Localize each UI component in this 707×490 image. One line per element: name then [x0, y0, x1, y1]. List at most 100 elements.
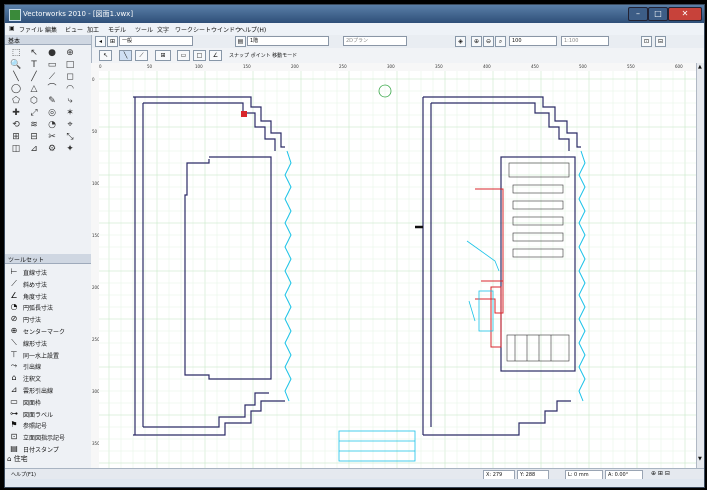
toolset-footer[interactable]: ⌂ 住宅 [7, 454, 89, 466]
basic-tool-6[interactable]: ▭ [45, 59, 59, 71]
basic-tool-4[interactable]: 🔍 [9, 59, 23, 71]
toolset-item[interactable]: ⊢ 直線寸法 [7, 266, 89, 278]
basic-tool-16[interactable]: ⬠ [9, 95, 23, 107]
back-arrow-icon[interactable]: ◂ [95, 36, 106, 47]
layer-icon[interactable]: ▤ [235, 36, 246, 47]
mode-angle-icon[interactable]: ∠ [209, 50, 222, 61]
scroll-up-icon[interactable]: ▲ [698, 65, 703, 70]
basic-tool-33[interactable]: ⊿ [27, 143, 41, 155]
toolset-item[interactable]: ◔ 円弧長寸法 [7, 301, 89, 313]
zoom-icon[interactable]: ⌕ [495, 36, 506, 47]
menu-window[interactable]: ウインドウ [211, 25, 241, 34]
basic-tool-27[interactable]: ⌖ [63, 119, 77, 131]
basic-tool-17[interactable]: ⬡ [27, 95, 41, 107]
maximize-button[interactable]: □ [648, 7, 668, 21]
basic-tool-7[interactable]: □ [63, 59, 77, 71]
basic-tool-15[interactable]: ◠ [63, 83, 77, 95]
mode-line-icon[interactable]: ╲ [119, 50, 132, 61]
mode-diagonal-icon[interactable]: ⟋ [135, 50, 148, 61]
scroll-down-icon[interactable]: ▼ [698, 457, 703, 462]
menu-modify[interactable]: 加工 [87, 25, 99, 34]
toolset-item[interactable]: ⊕ センターマーク [7, 325, 89, 337]
toolset-item-label: 斜め寸法 [23, 281, 48, 289]
basic-tool-31[interactable]: ⤡ [63, 131, 77, 143]
basic-tool-1[interactable]: ↖ [27, 47, 41, 59]
drawing-canvas[interactable] [99, 71, 696, 468]
basic-tool-25[interactable]: ≋ [27, 119, 41, 131]
class-dropdown[interactable]: 一般 [119, 36, 193, 46]
basic-tool-14[interactable]: ⌒ [45, 83, 59, 95]
mode-square-icon[interactable]: □ [193, 50, 206, 61]
toolset-item[interactable]: ⊤ 同一水上設置 [7, 349, 89, 361]
basic-tool-0[interactable]: ⬚ [9, 47, 23, 59]
basic-tool-20[interactable]: ✚ [9, 107, 23, 119]
toolset-item[interactable]: ▭ 図面枠 [7, 396, 89, 408]
toolset-item[interactable]: ∠ 角度寸法 [7, 290, 89, 302]
basic-tool-29[interactable]: ⊟ [27, 131, 41, 143]
close-button[interactable]: ✕ [668, 7, 702, 21]
basic-tool-28[interactable]: ⊞ [9, 131, 23, 143]
menu-worksheet[interactable]: ワークシート [175, 25, 211, 34]
basic-tool-13[interactable]: △ [27, 83, 41, 95]
basic-tool-22[interactable]: ◎ [45, 107, 59, 119]
zoom-out-icon[interactable]: ⊖ [483, 36, 494, 47]
right-cyan-details [338, 240, 500, 462]
basic-tool-24[interactable]: ⟲ [9, 119, 23, 131]
class-icon[interactable]: ⊞ [107, 36, 118, 47]
view-dropdown[interactable]: 2Dプラン [343, 36, 407, 46]
basic-tool-35[interactable]: ✦ [63, 143, 77, 155]
basic-tool-23[interactable]: ✶ [63, 107, 77, 119]
basic-tool-18[interactable]: ✎ [45, 95, 59, 107]
basic-tool-30[interactable]: ✂ [45, 131, 59, 143]
menu-file[interactable]: ファイル [19, 25, 43, 34]
basic-tool-19[interactable]: ⤷ [63, 95, 77, 107]
basic-tool-2[interactable]: ● [45, 47, 59, 59]
menu-model[interactable]: モデル [108, 25, 126, 34]
toolset-item-label: 立面図指示記号 [23, 435, 66, 443]
minimize-button[interactable]: – [628, 7, 648, 21]
menu-edit[interactable]: 編集 [45, 25, 57, 34]
toolset-item-label: 参照記号 [23, 423, 48, 431]
basic-tool-9[interactable]: ╱ [27, 71, 41, 83]
basic-tool-26[interactable]: ◔ [45, 119, 59, 131]
toolset-item[interactable]: ⌂ 注釈文 [7, 372, 89, 384]
basic-tool-10[interactable]: ⟋ [45, 71, 59, 83]
basic-tool-8[interactable]: ╲ [9, 71, 23, 83]
toolset-item[interactable]: ⊡ 立面図指示記号 [7, 431, 89, 443]
toolset-item[interactable]: ⤳ 引出線 [7, 360, 89, 372]
menu-view[interactable]: ビュー [65, 25, 83, 34]
basic-tool-21[interactable]: ⤢ [27, 107, 41, 119]
menu-help[interactable]: ヘルプ(H) [239, 25, 266, 34]
mode-snap-icon[interactable]: ⊞ [155, 50, 171, 61]
grid-settings-icon[interactable]: ⊟ [655, 36, 666, 47]
status-icons[interactable]: ⊕ ⊞ ⊟ [651, 470, 670, 477]
scale-field[interactable]: 1:100 [561, 36, 609, 46]
zoom-field[interactable]: 100 [509, 36, 557, 46]
basic-tool-11[interactable]: ◻ [63, 71, 77, 83]
mode-rect-icon[interactable]: ▭ [177, 50, 190, 61]
basic-tool-3[interactable]: ⊕ [63, 47, 77, 59]
basic-tool-34[interactable]: ⚙ [45, 143, 59, 155]
basic-tool-5[interactable]: T [27, 59, 41, 71]
toolset-item[interactable]: ⊶ 図面ラベル [7, 408, 89, 420]
layer-dropdown[interactable]: 1階 [247, 36, 329, 46]
app-menu-icon[interactable]: ▣ [9, 25, 15, 32]
basic-tool-32[interactable]: ◫ [9, 143, 23, 155]
toolset-item-label: 日付スタンプ [23, 447, 59, 454]
toolset-item[interactable]: ⚑ 参照記号 [7, 419, 89, 431]
toolset-item[interactable]: ⟍ 線形寸法 [7, 337, 89, 349]
render-icon[interactable]: ◈ [455, 36, 466, 47]
vertical-scrollbar[interactable]: ▲ ▼ [696, 63, 704, 468]
toolset-item-icon: ⊢ [10, 267, 18, 276]
left-red-marker [241, 111, 247, 117]
basic-tool-12[interactable]: ◯ [9, 83, 23, 95]
display-settings-icon[interactable]: ⊡ [641, 36, 652, 47]
menu-text[interactable]: 文字 [157, 25, 169, 34]
mode-select-icon[interactable]: ↖ [99, 50, 112, 61]
toolset-item[interactable]: ⊿ 雲形引出線 [7, 384, 89, 396]
zoom-in-icon[interactable]: ⊕ [471, 36, 482, 47]
toolset-item[interactable]: ⊘ 円寸法 [7, 313, 89, 325]
toolset-item[interactable]: ⟋ 斜め寸法 [7, 278, 89, 290]
menu-tools[interactable]: ツール [135, 25, 153, 34]
toolset-item-label: 図面ラベル [23, 411, 54, 419]
